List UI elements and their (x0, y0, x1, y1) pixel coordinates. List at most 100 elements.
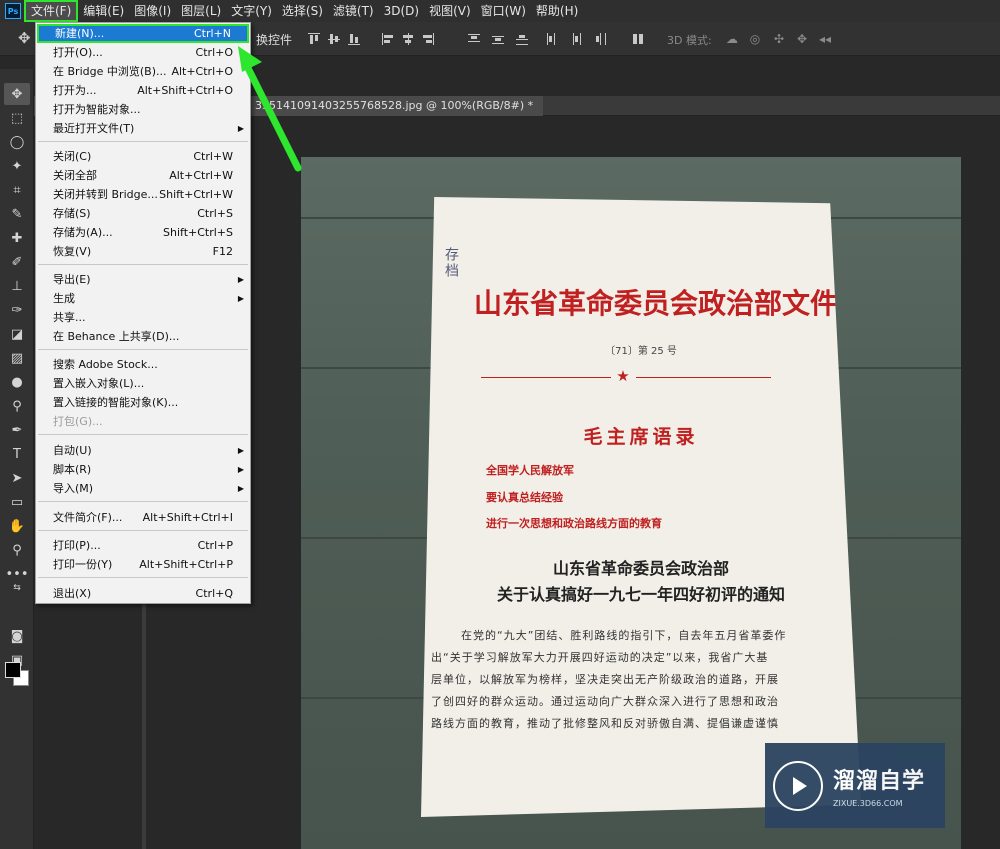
align-horizontal-centers-icon[interactable] (402, 33, 414, 45)
eraser-tool-icon[interactable]: ◪ (4, 323, 30, 345)
3d-scale-icon[interactable]: ◂◂ (818, 32, 832, 46)
menu-item-label: 退出(X) (53, 587, 92, 600)
menu-3d[interactable]: 3D(D) (379, 0, 424, 22)
menu-item-share-behance[interactable]: 在 Behance 上共享(D)... (37, 327, 249, 346)
menu-item-share[interactable]: 共享... (37, 308, 249, 327)
menu-item-export[interactable]: 导出(E) ▶ (37, 270, 249, 289)
photoshop-logo-icon[interactable]: Ps (2, 0, 24, 22)
notice-heading: 山东省革命委员会政治部 (552, 559, 729, 578)
menu-item-import[interactable]: 导入(M) ▶ (37, 479, 249, 498)
swap-colors-icon[interactable]: ⇆ (4, 577, 30, 599)
align-left-edges-icon[interactable] (382, 33, 394, 45)
marquee-tool-icon[interactable]: ⬚ (4, 107, 30, 129)
quick-mask-icon[interactable]: ◙ (4, 625, 30, 647)
3d-orbit-icon[interactable]: ☁ (725, 32, 739, 46)
distribute-right-edges-icon[interactable] (594, 33, 606, 45)
magic-wand-tool-icon[interactable]: ✦ (4, 155, 30, 177)
zoom-tool-icon[interactable]: ⚲ (4, 539, 30, 561)
hand-tool-icon[interactable]: ✋ (4, 515, 30, 537)
menu-item-open-as[interactable]: 打开为... Alt+Shift+Ctrl+O (37, 81, 249, 100)
menu-item-scripts[interactable]: 脚本(R) ▶ (37, 460, 249, 479)
blur-tool-icon[interactable]: ● (4, 371, 30, 393)
menu-select[interactable]: 选择(S) (277, 0, 328, 22)
menu-item-label: 置入链接的智能对象(K)... (53, 396, 179, 409)
move-tool-icon[interactable]: ✥ (4, 83, 30, 105)
align-bottom-edges-icon[interactable] (348, 33, 360, 45)
menu-item-save[interactable]: 存储(S) Ctrl+S (37, 204, 249, 223)
menu-edit[interactable]: 编辑(E) (78, 0, 129, 22)
clone-stamp-tool-icon[interactable]: ⊥ (4, 275, 30, 297)
menu-item-open[interactable]: 打开(O)... Ctrl+O (37, 43, 249, 62)
menu-item-new[interactable]: 新建(N)... Ctrl+N (37, 24, 249, 43)
menu-type[interactable]: 文字(Y) (226, 0, 277, 22)
menu-item-label: 关闭并转到 Bridge... (53, 188, 158, 201)
menu-item-label: 存储(S) (53, 207, 91, 220)
menu-window[interactable]: 窗口(W) (476, 0, 531, 22)
history-brush-tool-icon[interactable]: ✑ (4, 299, 30, 321)
submenu-arrow-icon: ▶ (237, 446, 244, 455)
logo-text: Ps (5, 3, 21, 19)
menu-separator (38, 349, 248, 350)
menu-item-shortcut: Ctrl+S (197, 207, 233, 220)
lasso-tool-icon[interactable]: ◯ (4, 131, 30, 153)
dodge-tool-icon[interactable]: ⚲ (4, 395, 30, 417)
menu-item-exit[interactable]: 退出(X) Ctrl+Q (37, 584, 249, 603)
menu-layer[interactable]: 图层(L) (176, 0, 226, 22)
menu-item-label: 打印一份(Y) (53, 558, 113, 571)
pen-tool-icon[interactable]: ✒ (4, 419, 30, 441)
rectangle-tool-icon[interactable]: ▭ (4, 491, 30, 513)
path-selection-tool-icon[interactable]: ➤ (4, 467, 30, 489)
menu-filter[interactable]: 滤镜(T) (328, 0, 379, 22)
menu-item-generate[interactable]: 生成 ▶ (37, 289, 249, 308)
notice-heading: 关于认真搞好一九七一年四好初评的通知 (496, 585, 785, 604)
menu-item-shortcut: Ctrl+W (193, 150, 233, 163)
menu-item-print-one-copy[interactable]: 打印一份(Y) Alt+Shift+Ctrl+P (37, 555, 249, 574)
eyedropper-tool-icon[interactable]: ✎ (4, 203, 30, 225)
healing-brush-tool-icon[interactable]: ✚ (4, 227, 30, 249)
menu-item-open-smart-object[interactable]: 打开为智能对象... (37, 100, 249, 119)
menu-item-save-as[interactable]: 存储为(A)... Shift+Ctrl+S (37, 223, 249, 242)
distribute-top-edges-icon[interactable] (468, 33, 480, 45)
menu-item-close-all[interactable]: 关闭全部 Alt+Ctrl+W (37, 166, 249, 185)
menu-file[interactable]: 文件(F) (24, 0, 79, 22)
auto-align-layers-icon[interactable] (632, 33, 644, 45)
menu-item-shortcut: Shift+Ctrl+S (163, 226, 233, 239)
brush-tool-icon[interactable]: ✐ (4, 251, 30, 273)
body-text-line: 了创四好的群众运动。通过运动向广大群众深入进行了思想和政治 (431, 695, 779, 708)
menu-view[interactable]: 视图(V) (424, 0, 476, 22)
move-tool-icon[interactable]: ✥ (18, 30, 34, 46)
crop-tool-icon[interactable]: ⌗ (4, 179, 30, 201)
file-menu-dropdown: 新建(N)... Ctrl+N 打开(O)... Ctrl+O 在 Bridge 中… (35, 22, 251, 604)
menu-item-shortcut: Shift+Ctrl+W (159, 188, 233, 201)
menu-item-label: 置入嵌入对象(L)... (53, 377, 145, 390)
gradient-tool-icon[interactable]: ▨ (4, 347, 30, 369)
type-tool-icon[interactable]: T (4, 443, 30, 465)
foreground-color-swatch[interactable] (5, 662, 21, 678)
menu-item-place-linked[interactable]: 置入链接的智能对象(K)... (37, 393, 249, 412)
distribute-vertical-centers-icon[interactable] (492, 33, 504, 45)
menu-item-automate[interactable]: 自动(U) ▶ (37, 441, 249, 460)
menu-item-label: 打开(O)... (53, 46, 103, 59)
3d-drag-icon[interactable]: ✣ (772, 32, 786, 46)
menu-item-label: 打印(P)... (53, 539, 101, 552)
menu-item-close[interactable]: 关闭(C) Ctrl+W (37, 147, 249, 166)
distribute-horizontal-centers-icon[interactable] (570, 33, 582, 45)
menu-item-browse-bridge[interactable]: 在 Bridge 中浏览(B)... Alt+Ctrl+O (37, 62, 249, 81)
menu-item-shortcut: Ctrl+N (193, 27, 231, 40)
menu-item-close-go-bridge[interactable]: 关闭并转到 Bridge... Shift+Ctrl+W (37, 185, 249, 204)
3d-slide-icon[interactable]: ✥ (795, 32, 809, 46)
menu-item-print[interactable]: 打印(P)... Ctrl+P (37, 536, 249, 555)
align-vertical-centers-icon[interactable] (328, 33, 340, 45)
3d-roll-icon[interactable]: ◎ (748, 32, 762, 46)
menu-item-file-info[interactable]: 文件简介(F)... Alt+Shift+Ctrl+I (37, 508, 249, 527)
menu-item-revert[interactable]: 恢复(V) F12 (37, 242, 249, 261)
menu-item-recent-files[interactable]: 最近打开文件(T) ▶ (37, 119, 249, 138)
distribute-bottom-edges-icon[interactable] (516, 33, 528, 45)
distribute-left-edges-icon[interactable] (546, 33, 558, 45)
submenu-arrow-icon: ▶ (237, 465, 244, 474)
menu-help[interactable]: 帮助(H) (531, 0, 583, 22)
align-right-edges-icon[interactable] (422, 33, 434, 45)
menu-item-search-adobe-stock[interactable]: 搜索 Adobe Stock... (37, 355, 249, 374)
menu-image[interactable]: 图像(I) (129, 0, 176, 22)
menu-item-place-embedded[interactable]: 置入嵌入对象(L)... (37, 374, 249, 393)
